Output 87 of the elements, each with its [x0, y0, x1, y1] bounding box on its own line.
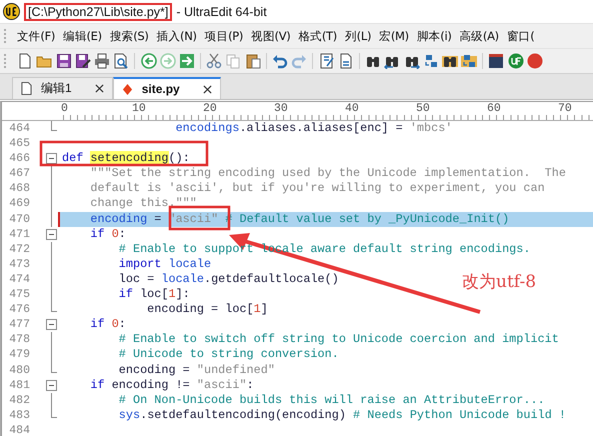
- collapse-icon[interactable]: [46, 380, 57, 391]
- menu-item[interactable]: 插入(N): [154, 28, 202, 44]
- ruler-label: 20: [203, 102, 218, 117]
- code-line: if 0:: [89, 317, 126, 332]
- scissors-icon[interactable]: [206, 53, 222, 69]
- ruler-label: 70: [558, 102, 573, 117]
- line-number: 475: [8, 287, 31, 302]
- code-line: change this.""": [89, 196, 197, 212]
- diamond-icon: [122, 82, 133, 96]
- line-number: 466: [8, 151, 31, 166]
- line-number: 474: [8, 272, 31, 288]
- line-number: 467: [8, 166, 31, 182]
- code-line: def setencoding():: [61, 151, 190, 166]
- window-icon[interactable]: [488, 53, 504, 69]
- menu-item[interactable]: 窗口(: [504, 28, 540, 44]
- code-line: # On Non-Unicode builds this will raise an AttributeError...: [118, 392, 545, 408]
- preview-icon[interactable]: [113, 53, 130, 69]
- line-number: 483: [8, 408, 31, 423]
- window-title-path: [C:\Python27\Lib\site.py*]: [24, 2, 172, 20]
- code-line: encoding = loc[1]: [146, 302, 268, 318]
- menu-item[interactable]: 列(L): [342, 28, 376, 44]
- line-number: 480: [8, 362, 31, 378]
- code-line: if encoding != "ascii":: [89, 378, 254, 393]
- line-number: 470: [8, 212, 31, 227]
- code-line: if 0:: [89, 226, 126, 242]
- code-line: encodings.aliases.aliases[enc] = 'mbcs': [174, 121, 452, 136]
- menu-item[interactable]: 高级(A): [456, 28, 504, 44]
- document-icon: [21, 82, 32, 95]
- ruler-label: 50: [416, 102, 431, 117]
- edit-doc-icon[interactable]: [318, 53, 335, 69]
- code-line: # Enable to switch off string to Unicode coercion and implicit: [118, 332, 559, 348]
- menu-item[interactable]: 项目(P): [202, 28, 248, 44]
- line-number: 484: [8, 422, 31, 436]
- ruler-label: 30: [274, 102, 289, 117]
- line-number: 478: [8, 332, 31, 348]
- window-title: - UltraEdit 64-bit: [176, 4, 267, 18]
- line-number: 472: [8, 242, 31, 257]
- code-line: encoding = "undefined": [118, 362, 275, 378]
- back-icon[interactable]: [140, 53, 156, 69]
- annotation-text: 改为utf-8: [462, 271, 536, 293]
- menu-item[interactable]: 视图(V): [248, 28, 296, 44]
- collapse-icon[interactable]: [46, 228, 57, 240]
- line-number: 482: [8, 392, 31, 408]
- line-number: 476: [8, 302, 31, 318]
- printer-icon[interactable]: [94, 53, 110, 69]
- menu-item[interactable]: 格式(T): [295, 28, 342, 44]
- ruler-label: 10: [132, 102, 147, 117]
- line-number: 471: [8, 226, 31, 242]
- code-line: import locale: [118, 256, 212, 272]
- folder-find-icon[interactable]: [442, 53, 458, 69]
- code-line: """Set the string encoding used by the Unicode implementation. The: [89, 166, 566, 182]
- collapse-icon[interactable]: [46, 319, 57, 330]
- circle-icon[interactable]: [526, 53, 543, 69]
- new-file-icon[interactable]: [17, 53, 34, 69]
- ruler-label: 60: [487, 102, 502, 117]
- code-line: default is 'ascii', but if you're willing to experiment, you can: [89, 181, 545, 196]
- line-number: 473: [8, 256, 31, 272]
- menu-item[interactable]: 文件(F): [14, 28, 60, 44]
- line-number: 469: [8, 196, 31, 212]
- ruler-label: 40: [345, 102, 360, 117]
- ruler-label: 0: [61, 102, 69, 117]
- code-line: loc = locale.getdefaultlocale(): [118, 272, 339, 288]
- uf-icon[interactable]: [508, 53, 524, 69]
- line-number: 468: [8, 181, 31, 196]
- line-number: 481: [8, 378, 31, 393]
- file-tab[interactable]: 编辑1: [12, 77, 113, 99]
- line-number: 464: [8, 121, 31, 136]
- close-icon[interactable]: [94, 84, 104, 93]
- menu-item[interactable]: 搜索(S): [106, 28, 154, 44]
- undo-icon[interactable]: [272, 53, 288, 69]
- paste-icon[interactable]: [244, 53, 261, 69]
- code-line: if loc[1]:: [118, 287, 190, 302]
- code-line: # Unicode to string conversion.: [118, 347, 339, 362]
- line-number: 479: [8, 347, 31, 362]
- app-logo-icon: [3, 3, 20, 20]
- menu-item[interactable]: 编辑(E): [60, 28, 107, 44]
- go-icon[interactable]: [178, 53, 195, 69]
- collapse-icon[interactable]: [46, 153, 57, 164]
- menu-item[interactable]: 脚本(i): [414, 28, 457, 44]
- line-number: 477: [8, 317, 31, 332]
- save-icon[interactable]: [56, 53, 72, 69]
- file-tab[interactable]: site.py: [112, 77, 221, 99]
- line-number: 465: [8, 136, 31, 152]
- code-line: sys.setdefaultencoding(encoding) # Needs Python Unicode build !: [118, 408, 566, 423]
- menu-item[interactable]: 宏(M): [376, 28, 414, 44]
- close-icon[interactable]: [202, 84, 212, 94]
- save-as-icon[interactable]: [74, 53, 91, 69]
